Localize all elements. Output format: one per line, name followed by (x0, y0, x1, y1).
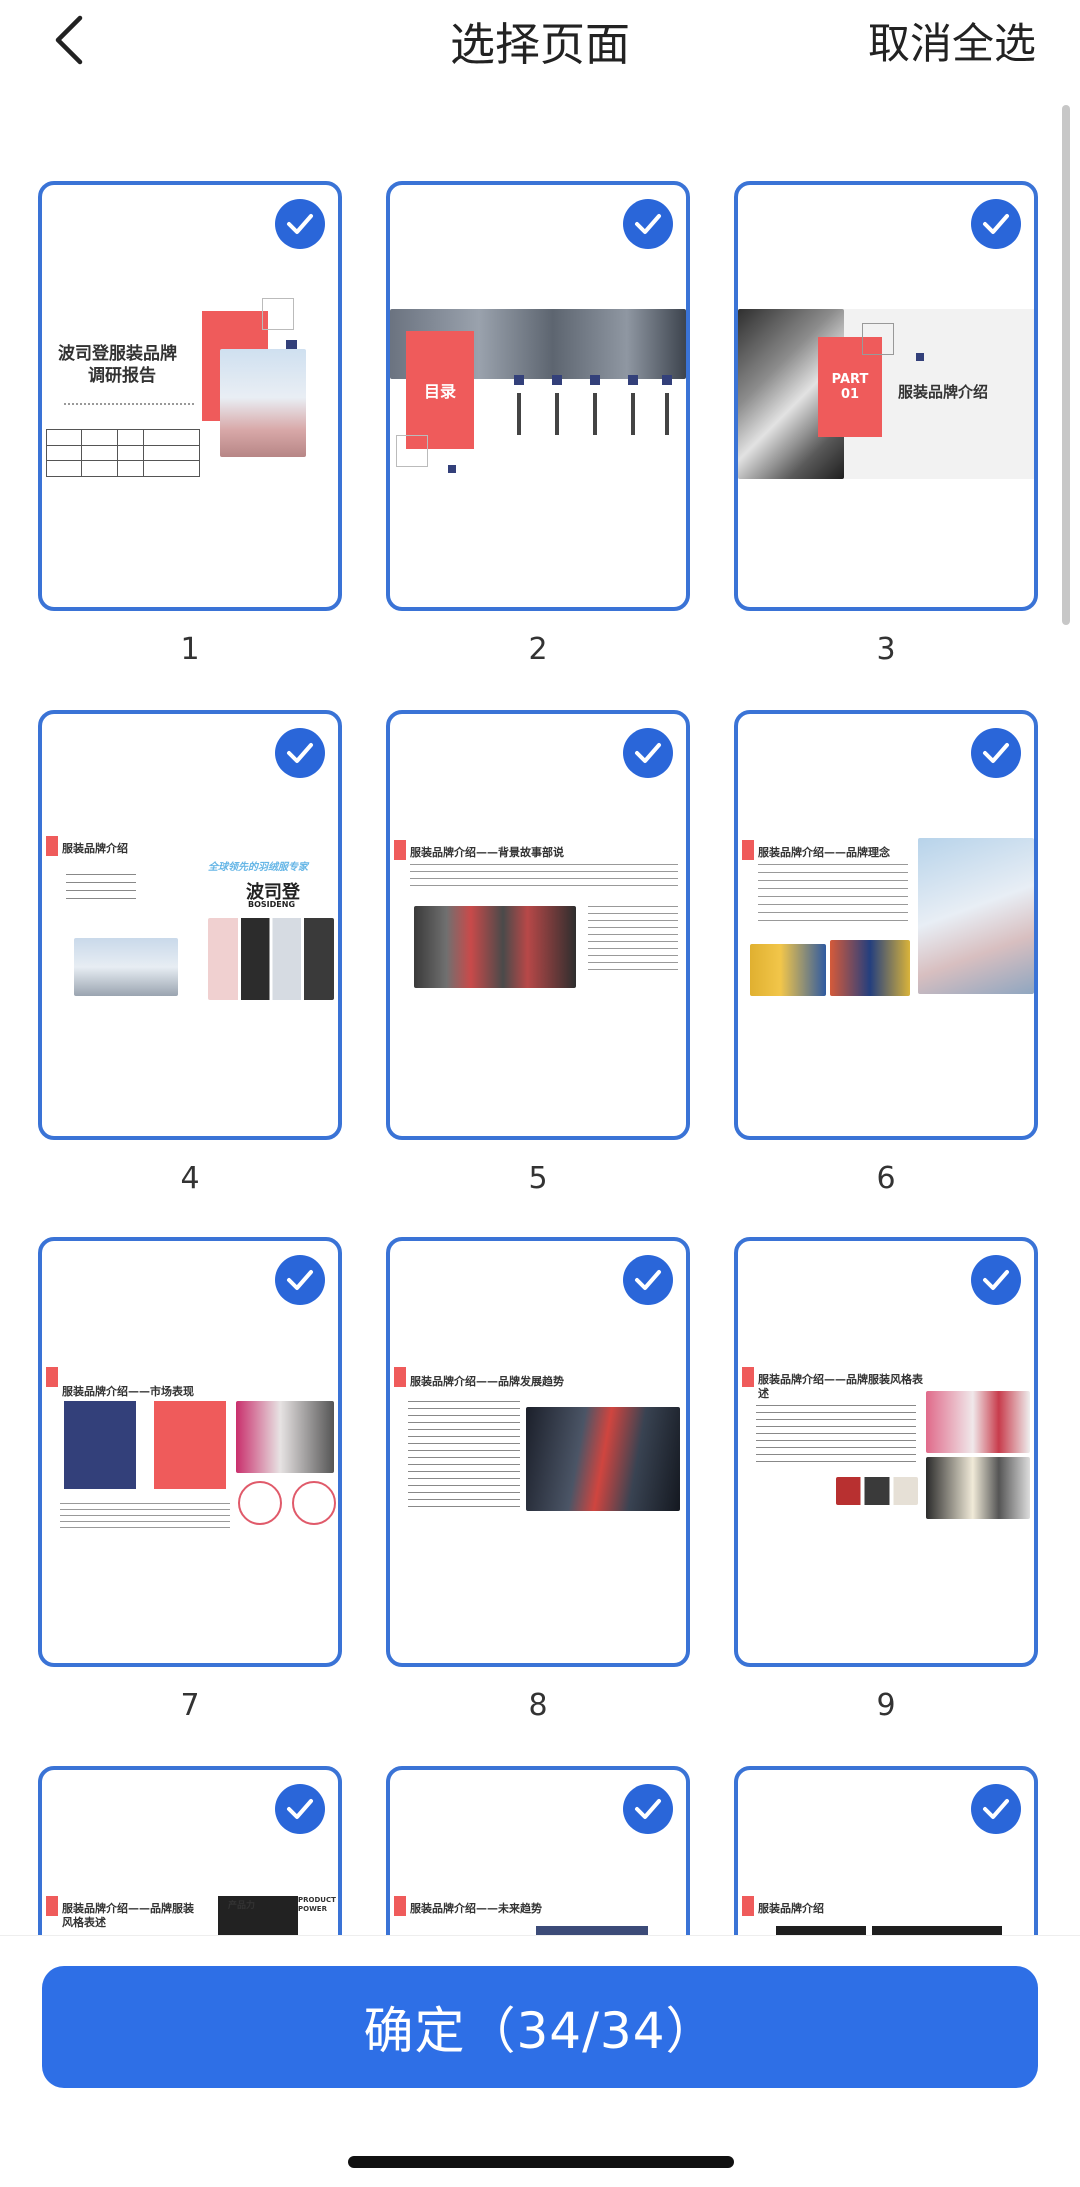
slide-photo (74, 938, 178, 996)
deselect-all-button[interactable]: 取消全选 (868, 10, 1036, 71)
check-icon[interactable] (971, 1784, 1021, 1834)
check-icon[interactable] (623, 1784, 673, 1834)
check-icon[interactable] (623, 199, 673, 249)
page-thumbnail-12[interactable]: 服装品牌介绍 (734, 1766, 1038, 1935)
slide-tagline: 全球领先的羽绒服专家 (208, 862, 308, 873)
page-thumbnail-5[interactable]: 服装品牌介绍——背景故事部说 (386, 710, 690, 1140)
page-number: 7 (180, 1688, 200, 1723)
brand-logo-en: BOSIDENG (248, 900, 296, 909)
page-number: 9 (876, 1688, 896, 1723)
slide-subtitle: 调研报告 (88, 366, 156, 386)
page-thumbnail-6[interactable]: 服装品牌介绍——品牌理念 (734, 710, 1038, 1140)
slide-title: 服装品牌介绍——背景故事部说 (410, 846, 564, 859)
check-icon[interactable] (971, 199, 1021, 249)
slide-title: 服装品牌介绍 (758, 1902, 824, 1915)
page-number: 2 (528, 632, 548, 667)
check-icon[interactable] (275, 1255, 325, 1305)
slide-photo (220, 349, 306, 457)
slide-title-line2: 述 (758, 1387, 769, 1400)
slide-title: 服装品牌介绍——市场表现 (62, 1385, 194, 1398)
check-icon[interactable] (275, 728, 325, 778)
slide-table (46, 429, 200, 477)
slide-photo-grid (208, 918, 334, 1000)
page-thumbnail-9[interactable]: 服装品牌介绍——品牌服装风格表 述 (734, 1237, 1038, 1667)
bottom-action-bar: 确定（34/34） (0, 1935, 1080, 2187)
slide-part-label: PART (831, 372, 869, 387)
check-icon[interactable] (971, 728, 1021, 778)
slide-title: 服装品牌介绍 (62, 842, 128, 855)
page-thumbnail-1[interactable]: 波司登服装品牌 调研报告 (38, 181, 342, 611)
slide-title-line2: 风格表述 (62, 1916, 106, 1929)
slide-photo (926, 1457, 1030, 1519)
check-icon[interactable] (623, 728, 673, 778)
scrollbar[interactable] (1062, 105, 1070, 625)
page-thumbnail-3[interactable]: PART 01 服装品牌介绍 (734, 181, 1038, 611)
check-icon[interactable] (971, 1255, 1021, 1305)
page-thumbnail-2[interactable]: 目录 (386, 181, 690, 611)
slide-photo (414, 906, 576, 988)
page-thumbnail-11[interactable]: 服装品牌介绍——未来趋势 (386, 1766, 690, 1935)
page-number: 4 (180, 1161, 200, 1196)
page-number: 8 (528, 1688, 548, 1723)
check-icon[interactable] (623, 1255, 673, 1305)
slide-title: 服装品牌介绍——品牌理念 (758, 846, 890, 859)
top-bar: 选择页面 取消全选 (0, 0, 1080, 80)
page-thumbnail-4[interactable]: 服装品牌介绍 全球领先的羽绒服专家 波司登 BOSIDENG (38, 710, 342, 1140)
slide-part-number: 01 (840, 387, 860, 402)
page-number: 3 (876, 632, 896, 667)
slide-photo (236, 1401, 334, 1473)
page-thumbnail-10[interactable]: 服装品牌介绍——品牌服装 风格表述 产品力 PRODUCT POWER (38, 1766, 342, 1935)
slide-photo (526, 1407, 680, 1511)
slide-badge-en: PRODUCT POWER (298, 1896, 336, 1913)
slide-title: 服装品牌介绍——未来趋势 (410, 1902, 542, 1915)
slide-photo (830, 940, 910, 996)
slide-title: 服装品牌介绍 (898, 383, 989, 401)
page-number: 6 (876, 1161, 896, 1196)
slide-photo (836, 1477, 918, 1505)
confirm-button[interactable]: 确定（34/34） (42, 1966, 1038, 2088)
page-number: 1 (180, 632, 200, 667)
slide-badge: 产品力 (228, 1901, 256, 1911)
home-indicator (348, 2156, 734, 2168)
check-icon[interactable] (275, 199, 325, 249)
page-thumbnail-8[interactable]: 服装品牌介绍——品牌发展趋势 (386, 1237, 690, 1667)
slide-photo (918, 838, 1034, 994)
page-grid-scroll[interactable]: 波司登服装品牌 调研报告 1 目录 2 PART 01 服装品牌介绍 3 服装品… (0, 80, 1080, 1935)
slide-photo (750, 944, 826, 996)
slide-photo (926, 1391, 1030, 1453)
slide-title: 服装品牌介绍——品牌服装风格表 (758, 1373, 923, 1386)
page-thumbnail-7[interactable]: 服装品牌介绍——市场表现 (38, 1237, 342, 1667)
slide-label: 目录 (423, 382, 456, 401)
slide-title: 服装品牌介绍——品牌发展趋势 (410, 1375, 564, 1388)
page-number: 5 (528, 1161, 548, 1196)
check-icon[interactable] (275, 1784, 325, 1834)
